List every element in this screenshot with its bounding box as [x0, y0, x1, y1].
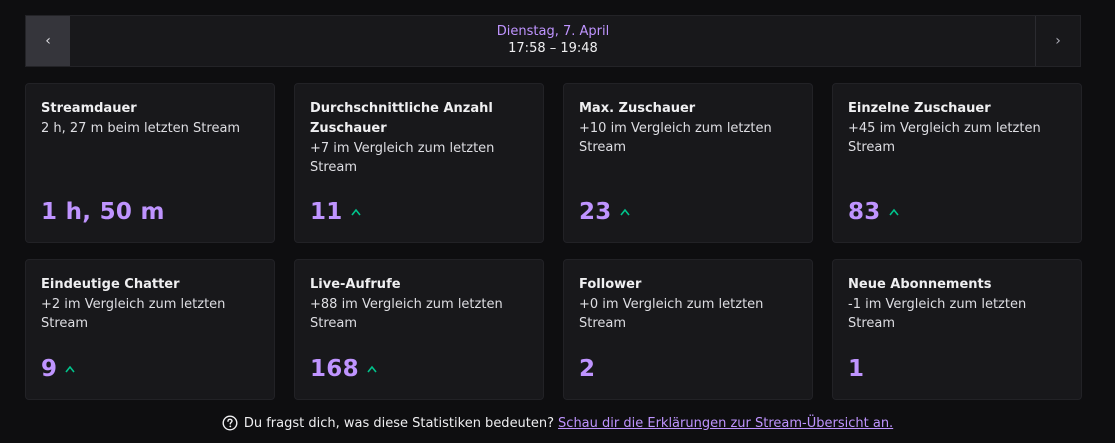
stat-value-wrap: 11: [310, 199, 361, 225]
arrow-up-icon: [350, 208, 361, 216]
stat-card-followers: Follower +0 im Vergleich zum letzten Str…: [563, 259, 813, 400]
previous-stream-button[interactable]: ‹: [26, 16, 70, 66]
stream-date: Dienstag, 7. April: [496, 24, 610, 39]
stat-card-unique-viewers: Einzelne Zuschauer +45 im Vergleich zum …: [832, 83, 1082, 243]
stream-summary-explanation-link[interactable]: Schau dir die Erklärungen zur Stream-Übe…: [558, 416, 893, 431]
stream-date-display: Dienstag, 7. April 17:58 – 19:48: [70, 16, 1036, 66]
stat-card-unique-chatters: Eindeutige Chatter +2 im Vergleich zum l…: [25, 259, 275, 400]
stat-value: 11: [310, 199, 343, 225]
stat-card-new-subscriptions: Neue Abonnements -1 im Vergleich zum let…: [832, 259, 1082, 400]
stat-title: Streamdauer: [41, 101, 137, 116]
stat-comparison: -1 im Vergleich zum letzten Stream: [848, 297, 1027, 331]
stat-comparison: +2 im Vergleich zum letzten Stream: [41, 297, 226, 331]
stat-comparison: +0 im Vergleich zum letzten Stream: [579, 297, 764, 331]
stat-comparison: +88 im Vergleich zum letzten Stream: [310, 297, 503, 331]
stat-card-live-views: Live-Aufrufe +88 im Vergleich zum letzte…: [294, 259, 544, 400]
stat-value-wrap: 1 h, 50 m: [41, 199, 165, 225]
next-stream-button[interactable]: ›: [1035, 16, 1080, 66]
chevron-right-icon: ›: [1055, 33, 1061, 49]
stat-title: Max. Zuschauer: [579, 101, 696, 116]
stat-value-wrap: 2: [579, 356, 595, 382]
stat-title: Live-Aufrufe: [310, 277, 401, 292]
arrow-up-icon: [367, 365, 377, 373]
help-circle-icon: [222, 415, 238, 431]
arrow-up-icon: [619, 208, 630, 216]
stat-comparison: 2 h, 27 m beim letzten Stream: [41, 121, 241, 136]
stat-card-max-viewers: Max. Zuschauer +10 im Vergleich zum letz…: [563, 83, 813, 243]
stat-comparison: +45 im Vergleich zum letzten Stream: [848, 121, 1041, 155]
stat-value: 1 h, 50 m: [41, 199, 165, 225]
stat-value: 2: [579, 356, 596, 382]
stat-title: Follower: [579, 277, 642, 292]
stat-value: 23: [579, 199, 612, 225]
arrow-up-icon: [888, 208, 899, 216]
stream-time-range: 17:58 – 19:48: [508, 41, 598, 56]
stat-value: 83: [848, 199, 881, 225]
stat-value: 168: [310, 356, 359, 382]
date-navigator: ‹ Dienstag, 7. April 17:58 – 19:48 ›: [25, 15, 1081, 67]
chevron-left-icon: ‹: [45, 33, 51, 49]
arrow-up-icon: [65, 365, 75, 373]
stat-title: Durchschnittliche Anzahl Zuschauer: [310, 101, 493, 136]
stat-title: Neue Abonnements: [848, 277, 992, 292]
stat-title: Einzelne Zuschauer: [848, 101, 991, 116]
stat-value: 9: [41, 356, 58, 382]
stat-value-wrap: 23: [579, 199, 630, 225]
stat-comparison: +7 im Vergleich zum letzten Stream: [310, 141, 495, 175]
help-footer: Du fragst dich, was diese Statistiken be…: [0, 415, 1115, 431]
stat-comparison: +10 im Vergleich zum letzten Stream: [579, 121, 772, 155]
stat-value-wrap: 9: [41, 356, 75, 382]
stat-value-wrap: 168: [310, 356, 377, 382]
stat-card-stream-duration: Streamdauer 2 h, 27 m beim letzten Strea…: [25, 83, 275, 243]
stat-value-wrap: 1: [848, 356, 864, 382]
stat-value: 1: [848, 356, 865, 382]
stat-card-average-viewers: Durchschnittliche Anzahl Zuschauer +7 im…: [294, 83, 544, 243]
stat-value-wrap: 83: [848, 199, 899, 225]
stat-title: Eindeutige Chatter: [41, 277, 180, 292]
help-question: Du fragst dich, was diese Statistiken be…: [243, 415, 555, 431]
